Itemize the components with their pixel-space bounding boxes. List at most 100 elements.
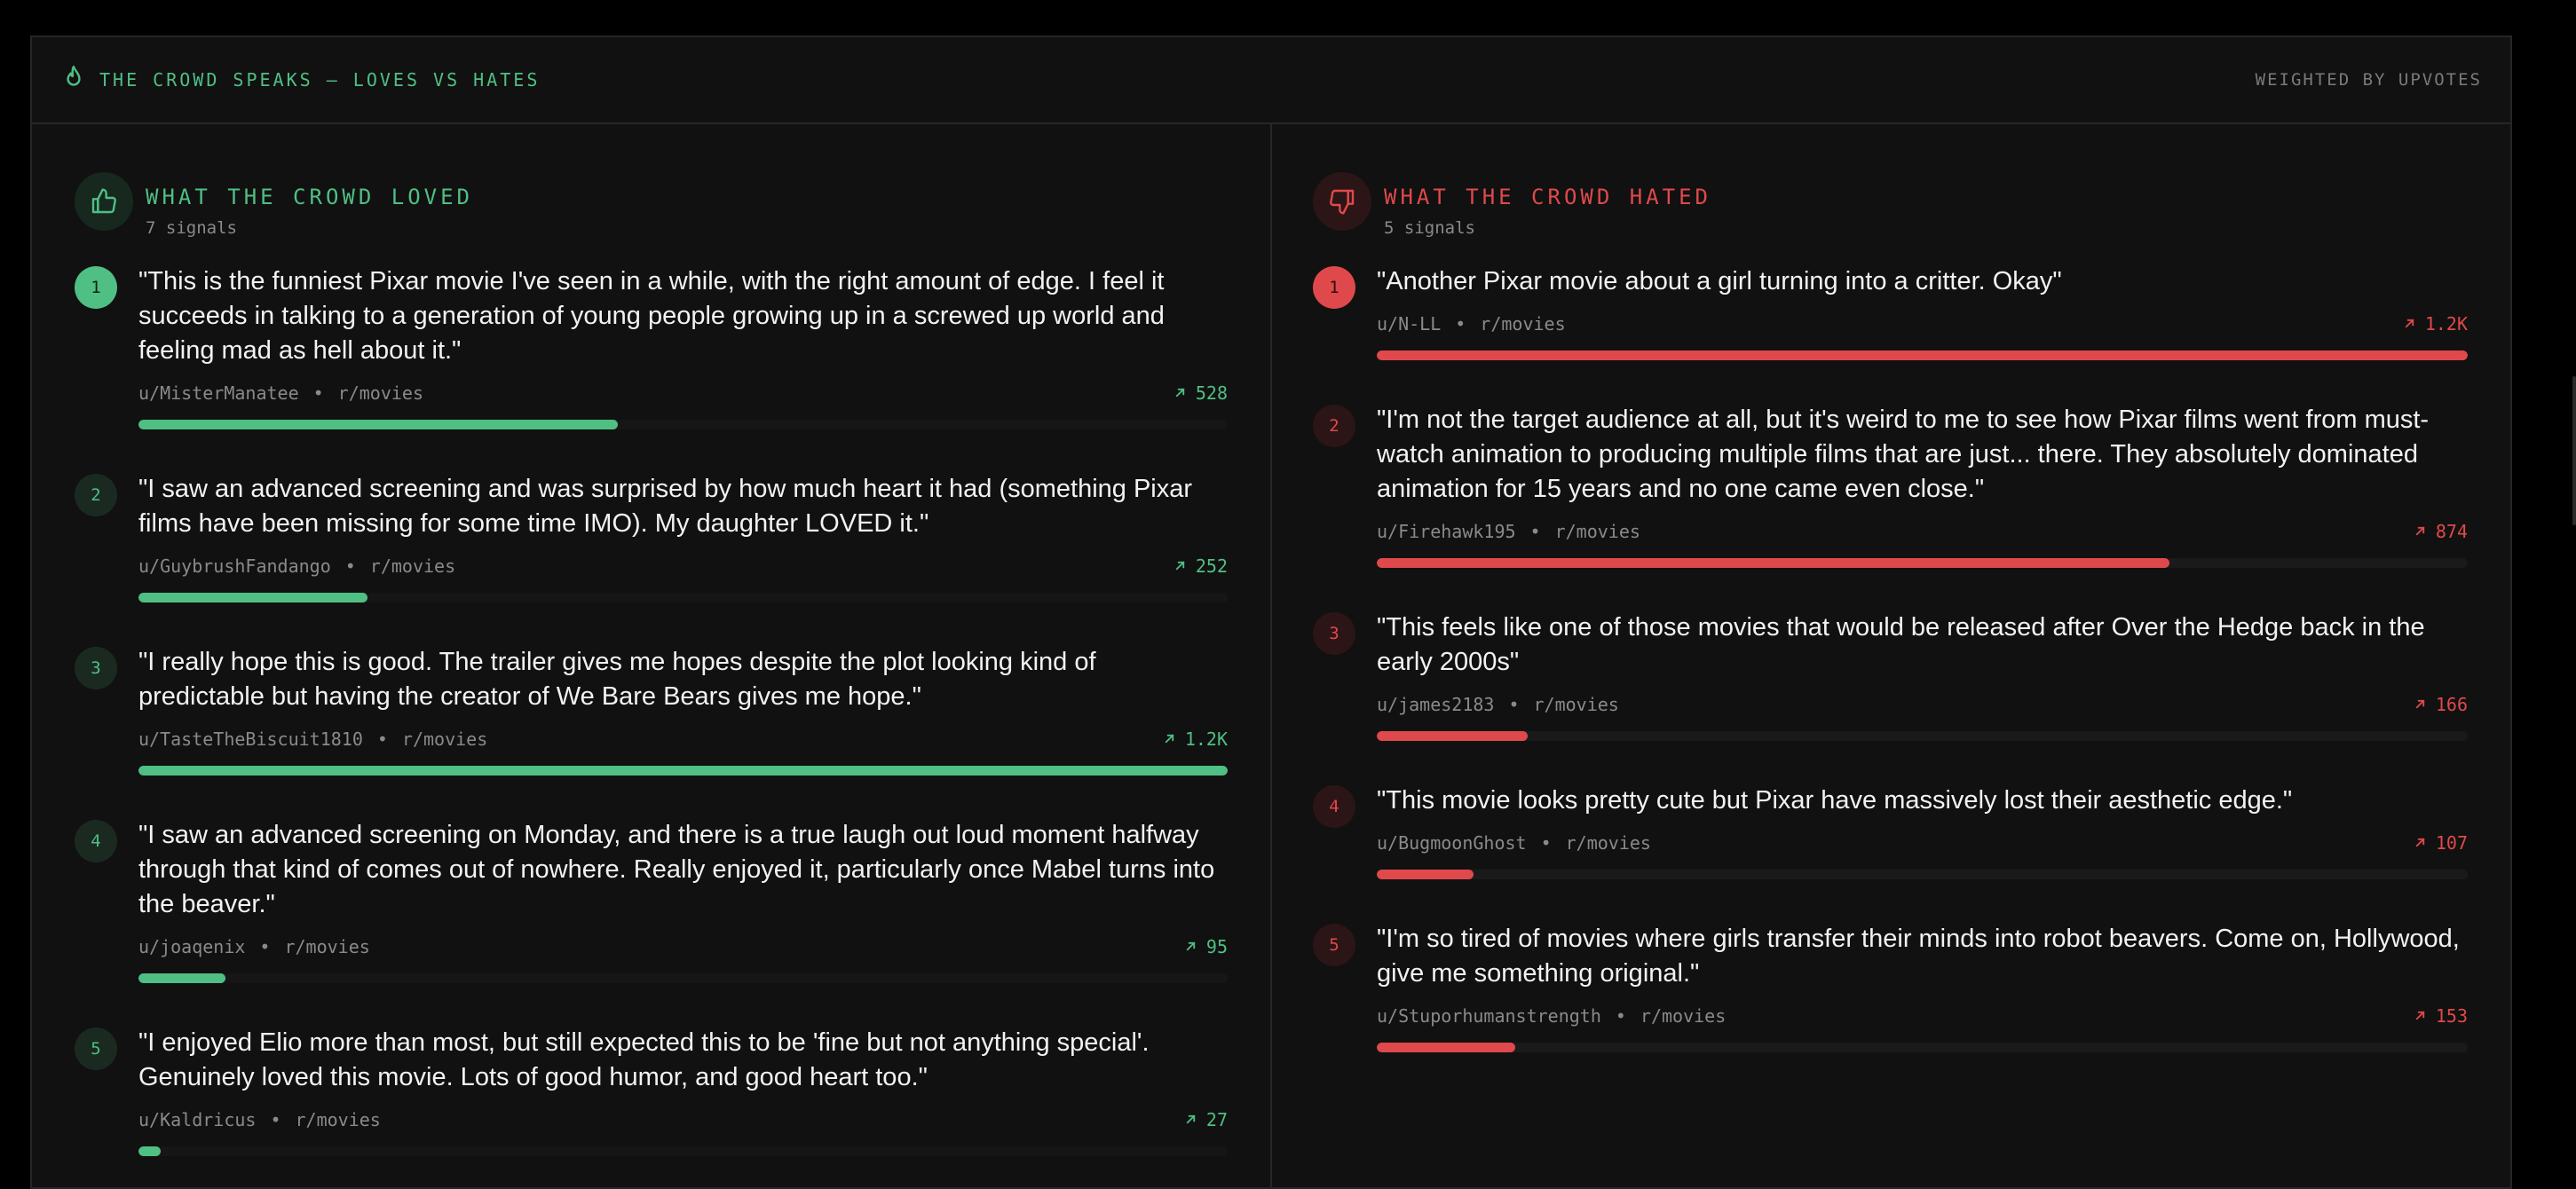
rank-badge: 2 (75, 474, 117, 516)
loved-list: 1 "This is the funniest Pixar movie I've … (75, 266, 1228, 1156)
quote-text: "Another Pixar movie about a girl turnin… (1377, 267, 2062, 295)
username-link[interactable]: u/GuybrushFandango (138, 555, 331, 577)
item-body: "I saw an advanced screening and was sur… (138, 474, 1228, 602)
upvote-value: 153 (2435, 1005, 2468, 1027)
upvote-bar-fill (138, 1146, 161, 1156)
item-source: u/Firehawk195 • r/movies (1377, 521, 1640, 542)
trend-arrow-icon (2414, 832, 2427, 854)
rank-badge: 1 (1313, 266, 1355, 309)
separator-dot: • (1615, 1005, 1626, 1027)
hated-column: WHAT THE CROWD HATED 5 signals 1 "Another… (1272, 124, 2510, 1187)
upvote-bar-fill (1377, 558, 2170, 568)
subreddit-link[interactable]: r/movies (1480, 313, 1565, 335)
subreddit-link[interactable]: r/movies (402, 728, 487, 750)
upvote-count: 153 (2414, 1005, 2468, 1027)
trend-arrow-icon (1184, 936, 1197, 957)
trend-arrow-icon (1173, 382, 1187, 404)
username-link[interactable]: u/MisterManatee (138, 382, 299, 404)
hated-count: 5 signals (1384, 218, 1475, 238)
loved-header: WHAT THE CROWD LOVED 7 signals (75, 172, 1228, 241)
list-item[interactable]: 2 "I saw an advanced screening and was su… (75, 474, 1228, 602)
upvote-count: 107 (2414, 832, 2468, 854)
trend-arrow-icon (2414, 521, 2427, 542)
separator-dot: • (312, 382, 324, 404)
upvote-count: 166 (2414, 694, 2468, 715)
item-body: "This movie looks pretty cute but Pixar … (1377, 785, 2468, 879)
list-item[interactable]: 1 "This is the funniest Pixar movie I've … (75, 266, 1228, 429)
rank-badge: 4 (1313, 785, 1355, 828)
hated-title: WHAT THE CROWD HATED (1384, 185, 1711, 209)
upvote-value: 27 (1205, 1109, 1228, 1130)
list-item[interactable]: 5 "I enjoyed Elio more than most, but sti… (75, 1028, 1228, 1156)
rank-badge: 3 (1313, 612, 1355, 655)
item-source: u/MisterManatee • r/movies (138, 382, 423, 404)
subreddit-link[interactable]: r/movies (284, 936, 369, 957)
subreddit-link[interactable]: r/movies (296, 1109, 381, 1130)
item-meta: u/TasteTheBiscuit1810 • r/movies 1.2K (138, 728, 1228, 750)
upvote-bar-fill (138, 973, 226, 983)
upvote-bar-fill (1377, 870, 1474, 879)
crowd-sentiment-card: THE CROWD SPEAKS — LOVES VS HATES WEIGHT… (30, 35, 2512, 1189)
username-link[interactable]: u/N-LL (1377, 313, 1441, 335)
subreddit-link[interactable]: r/movies (1555, 521, 1640, 542)
item-source: u/GuybrushFandango • r/movies (138, 555, 455, 577)
upvote-bar (1377, 350, 2468, 360)
quote-text: "This feels like one of those movies tha… (1377, 613, 2425, 676)
username-link[interactable]: u/james2183 (1377, 694, 1494, 715)
flame-icon (62, 65, 85, 96)
subreddit-link[interactable]: r/movies (1534, 694, 1619, 715)
upvote-count: 27 (1184, 1109, 1228, 1130)
trend-arrow-icon (1173, 555, 1187, 577)
list-item[interactable]: 1 "Another Pixar movie about a girl turni… (1313, 266, 2468, 360)
quote-text: "I'm so tired of movies where girls tran… (1377, 925, 2460, 988)
list-item[interactable]: 4 "I saw an advanced screening on Monday,… (75, 820, 1228, 983)
item-body: "I'm so tired of movies where girls tran… (1377, 924, 2468, 1052)
username-link[interactable]: u/Kaldricus (138, 1109, 256, 1130)
username-link[interactable]: u/BugmoonGhost (1377, 832, 1527, 854)
subreddit-link[interactable]: r/movies (338, 382, 423, 404)
username-link[interactable]: u/TasteTheBiscuit1810 (138, 728, 363, 750)
item-meta: u/BugmoonGhost • r/movies 107 (1377, 832, 2468, 854)
item-body: "I saw an advanced screening on Monday, … (138, 820, 1228, 983)
separator-dot: • (270, 1109, 281, 1130)
upvote-bar-fill (1377, 731, 1528, 741)
quote-text: "This movie looks pretty cute but Pixar … (1377, 786, 2293, 815)
list-item[interactable]: 2 "I'm not the target audience at all, bu… (1313, 405, 2468, 568)
upvote-bar (1377, 870, 2468, 879)
list-item[interactable]: 3 "This feels like one of those movies th… (1313, 612, 2468, 741)
subreddit-link[interactable]: r/movies (370, 555, 455, 577)
item-meta: u/GuybrushFandango • r/movies 252 (138, 555, 1228, 577)
item-source: u/BugmoonGhost • r/movies (1377, 832, 1651, 854)
item-body: "I really hope this is good. The trailer… (138, 647, 1228, 776)
item-meta: u/joaqenix • r/movies 95 (138, 936, 1228, 957)
thumbs-down-icon (1313, 172, 1371, 231)
username-link[interactable]: u/Stuporhumanstrength (1377, 1005, 1601, 1027)
hated-list: 1 "Another Pixar movie about a girl turni… (1313, 266, 2468, 1052)
scrollbar[interactable] (2572, 376, 2576, 525)
quote-text: "I saw an advanced screening and was sur… (138, 475, 1193, 538)
subreddit-link[interactable]: r/movies (1566, 832, 1651, 854)
item-meta: u/N-LL • r/movies 1.2K (1377, 313, 2468, 335)
separator-dot: • (1455, 313, 1466, 335)
upvote-value: 1.2K (1184, 728, 1228, 750)
item-source: u/TasteTheBiscuit1810 • r/movies (138, 728, 487, 750)
username-link[interactable]: u/Firehawk195 (1377, 521, 1516, 542)
list-item[interactable]: 3 "I really hope this is good. The traile… (75, 647, 1228, 776)
quote-text: "This is the funniest Pixar movie I've s… (138, 267, 1165, 365)
upvote-bar (138, 593, 1228, 602)
item-source: u/Stuporhumanstrength • r/movies (1377, 1005, 1726, 1027)
upvote-count: 95 (1184, 936, 1228, 957)
upvote-count: 874 (2414, 521, 2468, 542)
subreddit-link[interactable]: r/movies (1640, 1005, 1726, 1027)
username-link[interactable]: u/joaqenix (138, 936, 245, 957)
list-item[interactable]: 4 "This movie looks pretty cute but Pixar… (1313, 785, 2468, 879)
upvote-count: 1.2K (2403, 313, 2468, 335)
separator-dot: • (259, 936, 271, 957)
rank-badge: 2 (1313, 405, 1355, 447)
card-title: THE CROWD SPEAKS — LOVES VS HATES (62, 65, 540, 96)
upvote-bar-fill (1377, 350, 2468, 360)
upvote-value: 252 (1195, 555, 1228, 577)
list-item[interactable]: 5 "I'm so tired of movies where girls tra… (1313, 924, 2468, 1052)
upvote-value: 166 (2435, 694, 2468, 715)
item-source: u/Kaldricus • r/movies (138, 1109, 381, 1130)
